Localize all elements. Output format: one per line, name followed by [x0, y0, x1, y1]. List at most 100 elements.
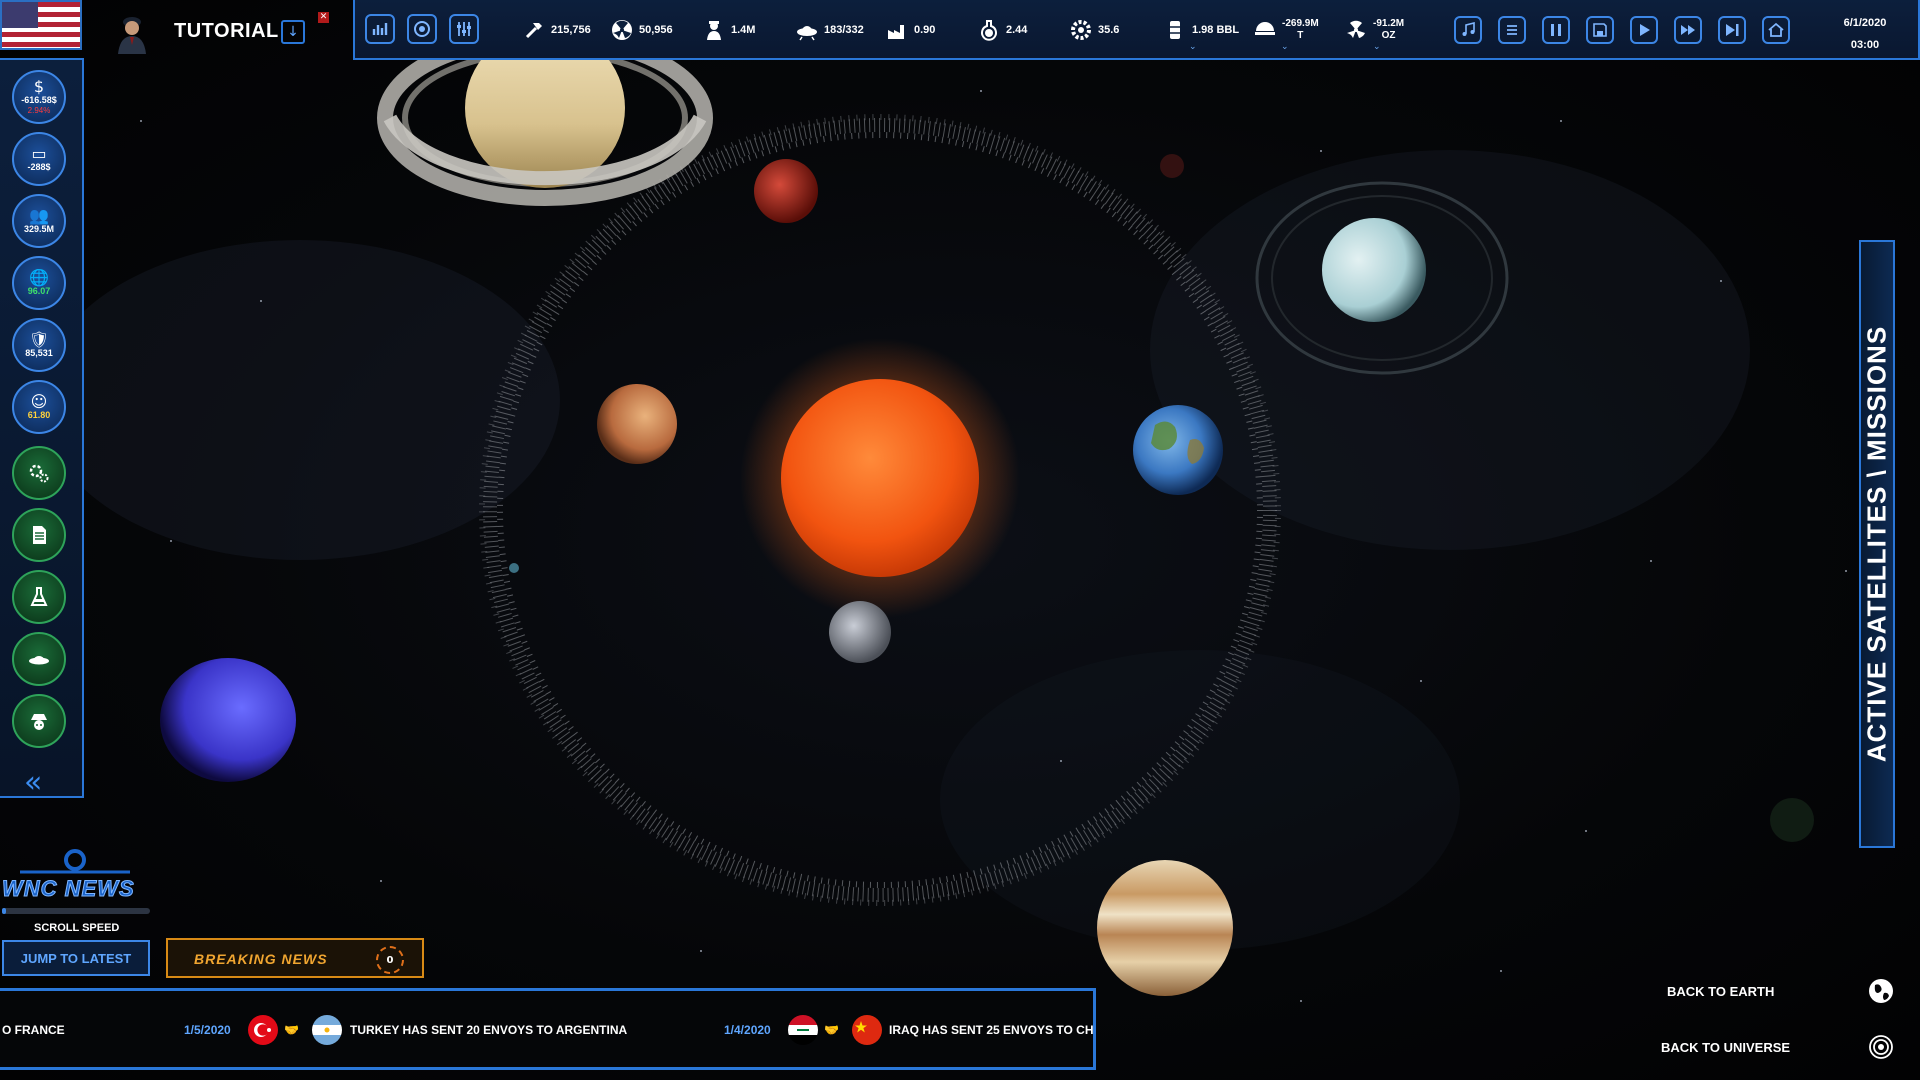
- breaking-news-button[interactable]: BREAKING NEWS 0: [166, 938, 424, 978]
- play-icon: [1640, 24, 1650, 36]
- uranium-unit: OZ: [1381, 30, 1396, 41]
- military-stat[interactable]: 🛡 85,531: [12, 318, 66, 372]
- music-note-icon: [1462, 22, 1475, 36]
- space-agency-button[interactable]: [12, 632, 66, 686]
- pause-button[interactable]: [1542, 16, 1570, 44]
- satellites-stat[interactable]: 183/332: [796, 16, 864, 44]
- document-icon: [33, 526, 46, 544]
- nuclear-stat[interactable]: 50,956: [611, 16, 673, 44]
- happiness-stat[interactable]: ☺ 61.80: [12, 380, 66, 434]
- home-button[interactable]: [1762, 16, 1790, 44]
- planet-mars[interactable]: [754, 159, 818, 223]
- budget-change: 2.94%: [27, 106, 51, 115]
- technology-stat[interactable]: 35.6: [1070, 16, 1119, 44]
- sun[interactable]: [740, 338, 1020, 618]
- food-value: -269.9M: [1282, 18, 1319, 29]
- back-to-earth-link[interactable]: BACK TO EARTH: [1667, 984, 1774, 999]
- fast-forward-icon: [1681, 25, 1695, 35]
- jump-to-latest-label: JUMP TO LATEST: [20, 950, 132, 966]
- home-icon: [1768, 22, 1784, 37]
- game-date: 6/1/2020: [1843, 17, 1887, 29]
- solar-system-view[interactable]: [0, 0, 1920, 1080]
- active-satellites-missions-tab[interactable]: ACTIVE SATELLITES \ MISSIONS: [1859, 240, 1895, 848]
- save-icon: [1593, 23, 1607, 37]
- skip-forward-icon: [1726, 24, 1739, 36]
- planet-earth[interactable]: [1133, 405, 1223, 495]
- gears-icon: [29, 464, 49, 483]
- usa-flag-icon: [2, 2, 80, 48]
- left-sidebar: $ -616.58$ 2.94% ▭ -288$ 👥 329.5M 🌐 96.0…: [0, 58, 84, 798]
- download-arrow-icon: ↓: [287, 24, 299, 40]
- diplomacy-handshake-icon: 🤝: [284, 1023, 299, 1037]
- satellites-value: 183/332: [824, 24, 864, 36]
- radiation-icon: [612, 20, 632, 40]
- people-icon: 👥: [29, 205, 49, 225]
- uranium-value: -91.2M: [1373, 18, 1405, 29]
- news-ticker[interactable]: O FRANCE 1/5/2020 🤝 TURKEY HAS SENT 20 E…: [0, 988, 1096, 1070]
- jump-to-latest-button[interactable]: JUMP TO LATEST: [2, 940, 150, 976]
- planet-jupiter[interactable]: [1097, 860, 1233, 996]
- food-unit: T: [1297, 30, 1304, 41]
- personnel-stat[interactable]: 1.4M: [703, 16, 755, 44]
- advisor-avatar[interactable]: [112, 10, 152, 54]
- spy-icon: [31, 714, 47, 730]
- uranium-expand-icon[interactable]: ⌄: [1373, 42, 1381, 52]
- approval-stat[interactable]: 🌐 96.07: [12, 256, 66, 310]
- play-button[interactable]: [1630, 16, 1658, 44]
- potion-icon: [981, 20, 997, 41]
- research-stat[interactable]: 2.44: [978, 16, 1027, 44]
- nuclear-value: 50,956: [639, 24, 673, 36]
- population-stat[interactable]: 👥 329.5M: [12, 194, 66, 248]
- gear-icon: [1071, 20, 1091, 40]
- galaxy-spiral-icon[interactable]: [1868, 1034, 1894, 1060]
- oil-stat[interactable]: 1.98 BBL: [1164, 16, 1239, 44]
- settings-button[interactable]: [12, 446, 66, 500]
- technology-value: 35.6: [1098, 24, 1120, 36]
- scroll-speed-slider[interactable]: [2, 908, 150, 914]
- country-flag-usa[interactable]: [0, 0, 82, 50]
- log-button[interactable]: [1498, 16, 1526, 44]
- oil-expand-icon[interactable]: ⌄: [1189, 42, 1197, 52]
- top-bar: 215,756 50,956 1.4M 183/332 0.90 2.44 35…: [353, 0, 1920, 60]
- tutorial-title[interactable]: TUTORIAL: [174, 20, 279, 43]
- factory-icon: [888, 25, 904, 39]
- skip-forward-button[interactable]: [1718, 16, 1746, 44]
- planet-venus[interactable]: [597, 384, 677, 464]
- research-button[interactable]: [12, 570, 66, 624]
- save-button[interactable]: [1586, 16, 1614, 44]
- hammer-icon: [525, 23, 542, 39]
- soldier-icon: [707, 21, 721, 40]
- oil-barrel-icon: [1170, 21, 1180, 39]
- news-channel-title: WNC NEWS: [2, 876, 135, 902]
- personnel-value: 1.4M: [731, 24, 756, 36]
- reports-button[interactable]: [12, 508, 66, 562]
- fast-forward-button[interactable]: [1674, 16, 1702, 44]
- china-flag-icon: [852, 1015, 882, 1045]
- planet-mercury[interactable]: [829, 601, 891, 663]
- world-map-button[interactable]: [407, 14, 437, 44]
- flask-icon: [30, 587, 48, 606]
- income-value: -288$: [27, 161, 51, 172]
- statistics-button[interactable]: [365, 14, 395, 44]
- approval-value: 96.07: [27, 285, 51, 296]
- resources-stat[interactable]: 215,756: [523, 16, 591, 44]
- budget-stat[interactable]: $ -616.58$ 2.94%: [12, 70, 66, 124]
- globe-icon: 🌐: [29, 267, 49, 287]
- food-stat[interactable]: -269.9M T: [1254, 16, 1319, 44]
- production-stat[interactable]: 0.90: [886, 16, 935, 44]
- uranium-stat[interactable]: -91.2M OZ: [1345, 16, 1404, 44]
- money-icon: ▭: [31, 143, 47, 163]
- music-button[interactable]: [1454, 16, 1482, 44]
- tutorial-close-button[interactable]: ✕: [318, 12, 329, 23]
- oil-value: 1.98 BBL: [1192, 24, 1240, 36]
- earth-globe-icon[interactable]: [1868, 978, 1894, 1004]
- collapse-sidebar-button[interactable]: «: [24, 768, 42, 798]
- food-expand-icon[interactable]: ⌄: [1281, 42, 1289, 52]
- income-stat[interactable]: ▭ -288$: [12, 132, 66, 186]
- tutorial-download-button[interactable]: ↓: [281, 20, 305, 44]
- planet-neptune[interactable]: [160, 658, 296, 782]
- happiness-value: 61.80: [27, 409, 51, 420]
- intelligence-button[interactable]: [12, 694, 66, 748]
- back-to-universe-link[interactable]: BACK TO UNIVERSE: [1661, 1040, 1790, 1055]
- policies-button[interactable]: [449, 14, 479, 44]
